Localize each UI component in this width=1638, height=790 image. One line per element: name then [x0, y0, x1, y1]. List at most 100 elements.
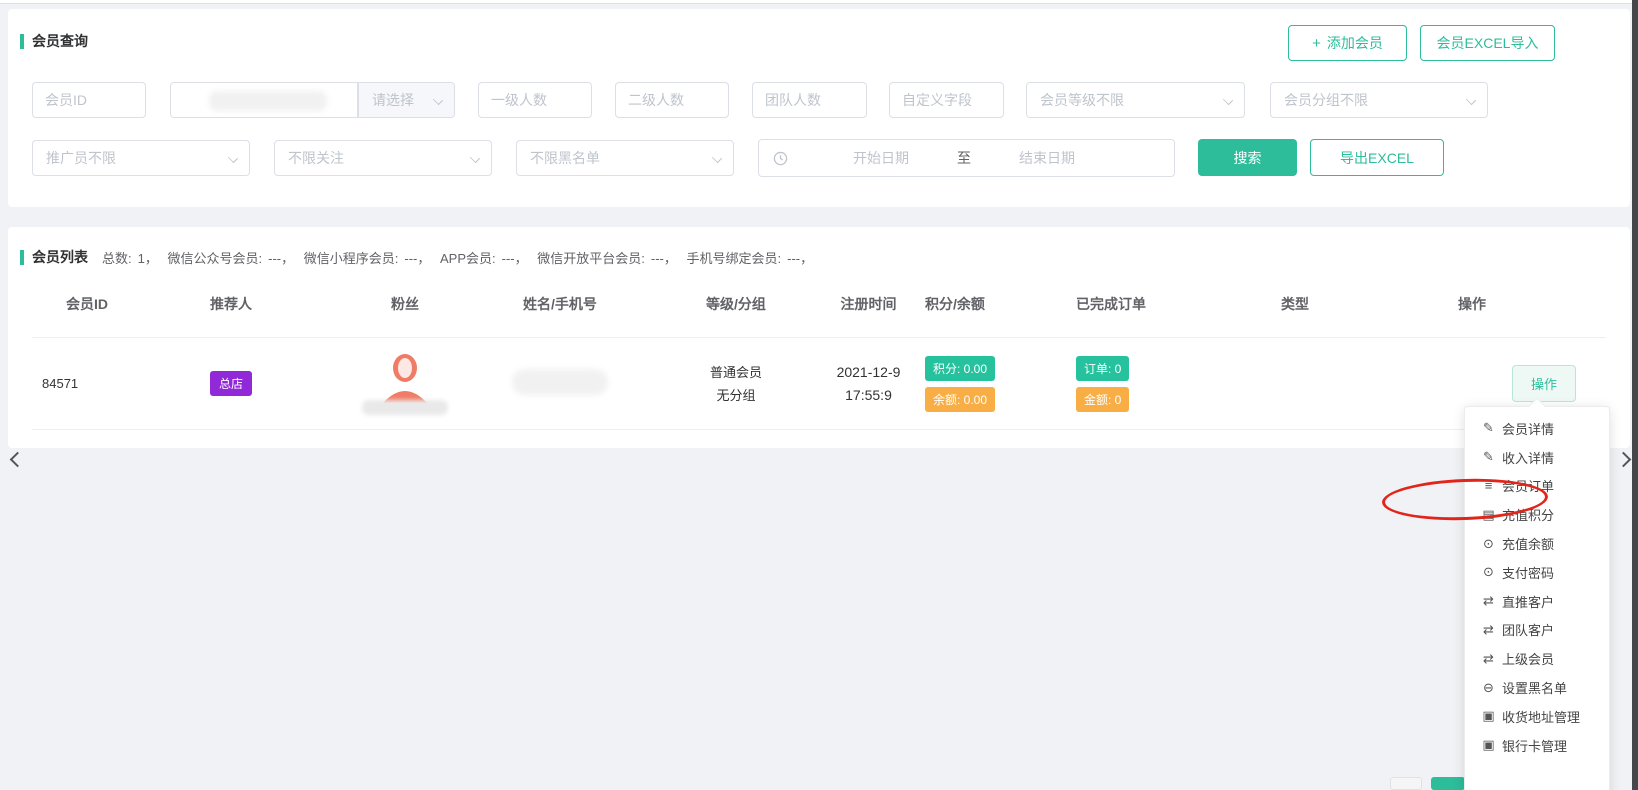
stat-value: ---，: [651, 251, 677, 266]
member-group-dropdown[interactable]: 会员分组不限: [1270, 82, 1488, 118]
truck-icon: ▣: [1480, 737, 1497, 753]
stat-label: 微信开放平台会员:: [537, 251, 645, 266]
export-excel-button[interactable]: 导出EXCEL: [1310, 139, 1444, 176]
censored-search-input[interactable]: [170, 82, 358, 118]
menu-item-label: 团队客户: [1502, 620, 1554, 639]
list-title-text: 会员列表: [32, 247, 88, 267]
follow-filter-value: 不限关注: [288, 148, 344, 168]
stat-value: ---，: [268, 251, 294, 266]
chevron-down-icon: [470, 153, 480, 163]
col-name-phone: 姓名/手机号: [470, 294, 650, 314]
menu-item-label: 设置黑名单: [1502, 678, 1567, 697]
browser-edge-strip: [0, 0, 1638, 4]
menu-item-label: 充值余额: [1502, 534, 1554, 553]
cell-points-balance: 积分: 0.00 余额: 0.00: [915, 353, 1010, 415]
member-group-value: 无分组: [650, 384, 822, 407]
cutoff-gray-button[interactable]: [1390, 777, 1422, 790]
member-id-input[interactable]: [32, 82, 146, 118]
please-select-dropdown[interactable]: 请选择: [358, 82, 455, 118]
excel-import-button[interactable]: 会员EXCEL导入: [1420, 25, 1555, 61]
reg-time: 17:55:9: [822, 384, 915, 407]
menu-item-label: 支付密码: [1502, 563, 1554, 582]
stat-label: 手机号绑定会员:: [686, 251, 781, 266]
scroll-left-chevron-icon[interactable]: [10, 452, 26, 468]
clock-icon: [773, 151, 788, 166]
scroll-right-chevron-icon[interactable]: [1616, 452, 1632, 468]
cell-referrer: 总店: [170, 371, 340, 396]
search-button[interactable]: 搜索: [1198, 139, 1297, 176]
cell-name-phone: [470, 369, 650, 398]
title-accent-bar: [20, 250, 24, 265]
menu-item-recharge-balance[interactable]: ⊙ 充值余额: [1465, 529, 1609, 558]
menu-item-bank-card[interactable]: ▣ 银行卡管理: [1465, 731, 1609, 760]
start-date-placeholder: 开始日期: [853, 148, 909, 168]
chevron-down-icon: [1223, 95, 1233, 105]
menu-item-income-detail[interactable]: ✎ 收入详情: [1465, 443, 1609, 472]
transfer-arrows-icon: ⇄: [1480, 593, 1497, 609]
list-stats: 总数:1， 微信公众号会员:---， 微信小程序会员:---， APP会员:--…: [102, 248, 819, 267]
member-level-value: 会员等级不限: [1040, 90, 1124, 110]
menu-item-pay-password[interactable]: ⊙ 支付密码: [1465, 558, 1609, 587]
query-title: 会员查询: [20, 31, 88, 51]
follow-filter-dropdown[interactable]: 不限关注: [274, 140, 492, 176]
chevron-down-icon: [1466, 95, 1476, 105]
menu-item-label: 会员详情: [1502, 419, 1554, 438]
cell-completed-orders: 订单: 0 金额: 0: [1010, 353, 1190, 415]
date-range-picker[interactable]: 开始日期 至 结束日期: [758, 139, 1175, 177]
custom-field-input[interactable]: [889, 82, 1004, 118]
cutoff-green-button[interactable]: [1431, 777, 1465, 790]
cell-level-group: 普通会员 无分组: [650, 361, 822, 407]
menu-item-label: 上级会员: [1502, 649, 1554, 668]
stat-label: 微信小程序会员:: [304, 251, 399, 266]
member-group-value: 会员分组不限: [1284, 90, 1368, 110]
money-icon: ⊙: [1480, 536, 1497, 552]
plus-icon: +: [1312, 35, 1321, 52]
avatar: [362, 353, 448, 415]
blacklist-filter-value: 不限黑名单: [530, 148, 600, 168]
member-level-value: 普通会员: [650, 361, 822, 384]
menu-item-team-customers[interactable]: ⇄ 团队客户: [1465, 616, 1609, 645]
menu-item-set-blacklist[interactable]: ⊖ 设置黑名单: [1465, 673, 1609, 702]
cell-fans: [340, 353, 470, 415]
stat-value: 1，: [138, 251, 158, 266]
team-count-input[interactable]: [752, 82, 867, 118]
query-title-text: 会员查询: [32, 31, 88, 51]
menu-item-label: 收货地址管理: [1502, 707, 1580, 726]
add-member-button[interactable]: + 添加会员: [1288, 25, 1407, 61]
member-level-dropdown[interactable]: 会员等级不限: [1026, 82, 1245, 118]
col-type: 类型: [1190, 294, 1400, 314]
stat-value: ---，: [404, 251, 430, 266]
member-query-card: 会员查询 + 添加会员 会员EXCEL导入 请选择 会员等级不限 会员分组不限 …: [8, 9, 1630, 207]
add-member-label: 添加会员: [1327, 33, 1383, 53]
referrer-badge: 总店: [210, 371, 252, 396]
end-date-placeholder: 结束日期: [1019, 148, 1075, 168]
stat-label: APP会员:: [440, 251, 496, 266]
adjacent-window-edge: [1632, 0, 1638, 790]
chevron-down-icon: [433, 95, 443, 105]
level1-count-input[interactable]: [478, 82, 592, 118]
promoter-dropdown[interactable]: 推广员不限: [32, 140, 250, 176]
censored-fan-name-blob: [362, 400, 448, 415]
orders-badge: 订单: 0: [1076, 356, 1129, 381]
menu-item-upper-member[interactable]: ⇄ 上级会员: [1465, 644, 1609, 673]
level2-count-input[interactable]: [615, 82, 729, 118]
member-list-card: 会员列表 总数:1， 微信公众号会员:---， 微信小程序会员:---， APP…: [8, 227, 1630, 448]
stat-value: ---，: [502, 251, 528, 266]
list-title: 会员列表 总数:1， 微信公众号会员:---， 微信小程序会员:---， APP…: [20, 247, 819, 267]
col-reg-time: 注册时间: [822, 294, 915, 314]
col-fans: 粉丝: [340, 294, 470, 314]
menu-item-direct-customers[interactable]: ⇄ 直推客户: [1465, 587, 1609, 616]
menu-item-member-detail[interactable]: ✎ 会员详情: [1465, 414, 1609, 443]
blacklist-filter-dropdown[interactable]: 不限黑名单: [516, 140, 734, 176]
transfer-arrows-icon: ⇄: [1480, 622, 1497, 638]
cell-member-id: 84571: [32, 376, 170, 391]
menu-item-label: 收入详情: [1502, 448, 1554, 467]
edit-icon: ✎: [1480, 449, 1497, 465]
menu-item-shipping-address[interactable]: ▣ 收货地址管理: [1465, 702, 1609, 731]
row-action-button[interactable]: 操作: [1512, 365, 1576, 402]
money-icon: ⊙: [1480, 564, 1497, 580]
block-icon: ⊖: [1480, 680, 1497, 696]
balance-badge: 余额: 0.00: [925, 387, 995, 412]
cell-reg-time: 2021-12-9 17:55:9: [822, 361, 915, 407]
edit-icon: ✎: [1480, 420, 1497, 436]
